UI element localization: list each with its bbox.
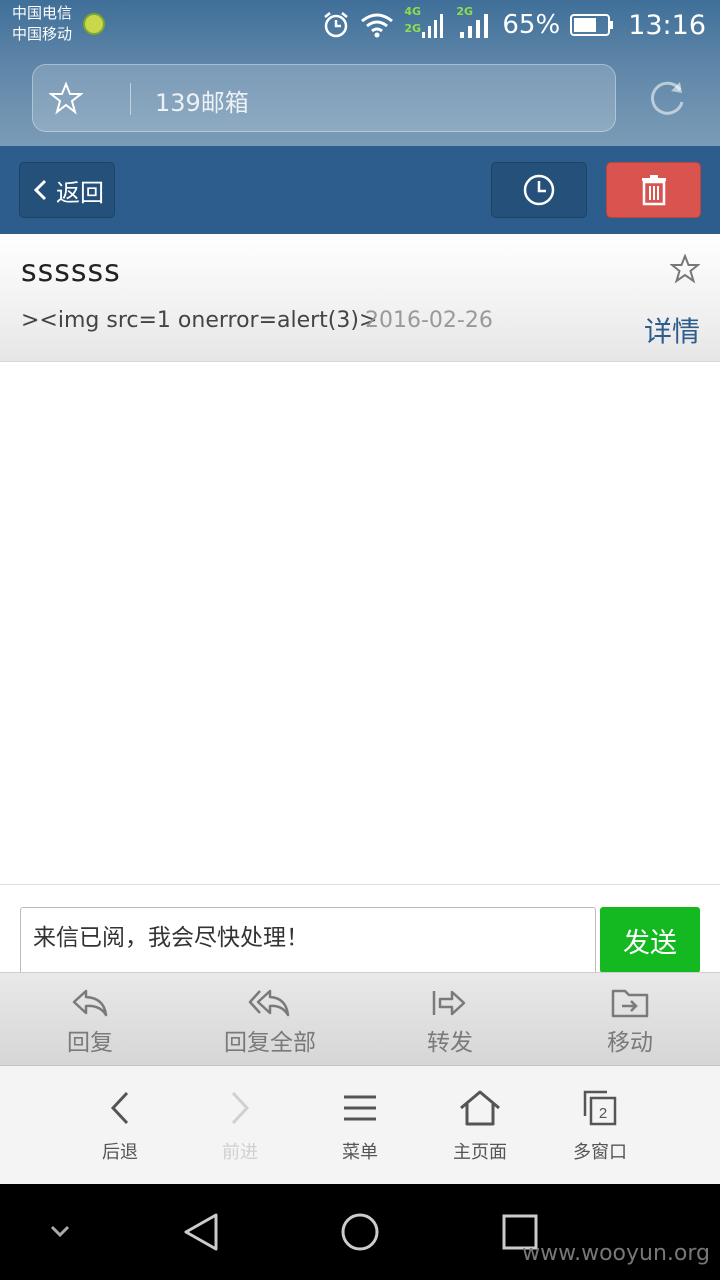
battery-percent: 65% bbox=[502, 10, 561, 40]
home-icon bbox=[460, 1090, 500, 1126]
wifi-icon bbox=[361, 13, 394, 38]
browser-back-label: 后退 bbox=[102, 1142, 138, 1163]
signal-dual-icon: 4G 2G bbox=[404, 5, 446, 42]
mail-action-bar: 回复 回复全部 转发 移动 bbox=[0, 972, 720, 1066]
mail-date: 2016-02-26 bbox=[365, 308, 493, 333]
trash-icon bbox=[641, 175, 666, 206]
signal-icon: 2G bbox=[456, 5, 492, 42]
move-folder-icon bbox=[611, 989, 649, 1018]
mail-sender[interactable]: ><img src=1 onerror=alert(3)> bbox=[21, 308, 377, 333]
quick-reply: 来信已阅，我会尽快处理！ 发送 bbox=[0, 884, 720, 977]
reply-all-label: 回复全部 bbox=[224, 1030, 316, 1056]
move-button[interactable]: 移动 bbox=[540, 987, 720, 1057]
schedule-button[interactable] bbox=[491, 162, 587, 218]
chevron-down-icon[interactable] bbox=[48, 1222, 72, 1240]
page-title[interactable]: 139邮箱 bbox=[155, 83, 249, 118]
reply-button[interactable]: 回复 bbox=[0, 987, 180, 1057]
net-4g-label: 4G bbox=[404, 5, 422, 18]
windows-icon: 2 bbox=[583, 1090, 617, 1126]
net-2g-label-a: 2G bbox=[404, 22, 422, 35]
browser-home-button[interactable]: 主页面 bbox=[420, 1090, 540, 1164]
star-outline-icon[interactable] bbox=[49, 81, 83, 115]
move-label: 移动 bbox=[607, 1030, 653, 1056]
forward-arrow-icon bbox=[231, 1091, 250, 1125]
mail-subject: ssssss bbox=[21, 254, 121, 289]
android-nav-bar: www.wooyun.org bbox=[0, 1184, 720, 1280]
forward-button[interactable]: 转发 bbox=[360, 987, 540, 1057]
clock-icon bbox=[523, 174, 555, 206]
nav-back-icon[interactable] bbox=[182, 1212, 220, 1252]
alarm-icon bbox=[324, 12, 349, 38]
browser-home-label: 主页面 bbox=[453, 1142, 507, 1163]
browser-windows-label: 多窗口 bbox=[573, 1142, 627, 1163]
forward-label: 转发 bbox=[427, 1030, 473, 1056]
star-icon[interactable] bbox=[670, 254, 700, 284]
browser-menu-button[interactable]: 菜单 bbox=[300, 1090, 420, 1164]
back-arrow-icon bbox=[110, 1091, 129, 1125]
mail-body bbox=[0, 362, 720, 884]
refresh-icon[interactable] bbox=[646, 78, 688, 120]
browser-top-area: 中国电信 中国移动 4G 2G 2G 65% 13:16 139邮箱 bbox=[0, 0, 720, 146]
browser-windows-button[interactable]: 2 多窗口 bbox=[540, 1090, 660, 1164]
delete-button[interactable] bbox=[606, 162, 701, 218]
detail-link[interactable]: 详情 bbox=[644, 310, 700, 350]
reply-all-button[interactable]: 回复全部 bbox=[180, 987, 360, 1057]
battery-icon bbox=[570, 14, 614, 36]
send-button[interactable]: 发送 bbox=[600, 907, 700, 973]
status-right: 4G 2G 2G 65% 13:16 bbox=[322, 5, 706, 42]
chevron-left-icon bbox=[33, 179, 47, 201]
reply-all-icon bbox=[248, 989, 290, 1017]
back-label: 返回 bbox=[56, 178, 104, 207]
reply-label: 回复 bbox=[67, 1030, 113, 1056]
address-bar[interactable]: 139邮箱 bbox=[32, 64, 616, 132]
carrier-info: 中国电信 中国移动 bbox=[12, 3, 72, 45]
address-separator bbox=[130, 83, 131, 115]
status-time: 13:16 bbox=[628, 9, 706, 41]
browser-forward-label: 前进 bbox=[222, 1142, 258, 1163]
browser-back-button[interactable]: 后退 bbox=[60, 1090, 180, 1164]
window-count: 2 bbox=[599, 1105, 607, 1122]
quick-reply-input[interactable]: 来信已阅，我会尽快处理！ bbox=[20, 907, 596, 977]
browser-menu-label: 菜单 bbox=[342, 1142, 378, 1163]
carrier-label-1: 中国电信 bbox=[12, 4, 73, 22]
forward-icon bbox=[432, 990, 466, 1016]
browser-nav-bar: 后退 前进 菜单 主页面 2 多窗口 bbox=[0, 1066, 720, 1184]
status-bar: 中国电信 中国移动 4G 2G 2G 65% 13:16 bbox=[0, 0, 720, 50]
mail-header: ssssss ><img src=1 onerror=alert(3)> 201… bbox=[0, 234, 720, 362]
browser-forward-button[interactable]: 前进 bbox=[180, 1090, 300, 1164]
mail-toolbar: 返回 bbox=[0, 146, 720, 234]
back-button[interactable]: 返回 bbox=[19, 162, 115, 218]
menu-icon bbox=[344, 1095, 376, 1121]
reply-icon bbox=[72, 989, 108, 1017]
app-notification-icon bbox=[83, 13, 105, 35]
nav-home-icon[interactable] bbox=[340, 1212, 380, 1252]
carrier-label-2: 中国移动 bbox=[12, 25, 73, 43]
watermark: www.wooyun.org bbox=[522, 1241, 710, 1266]
